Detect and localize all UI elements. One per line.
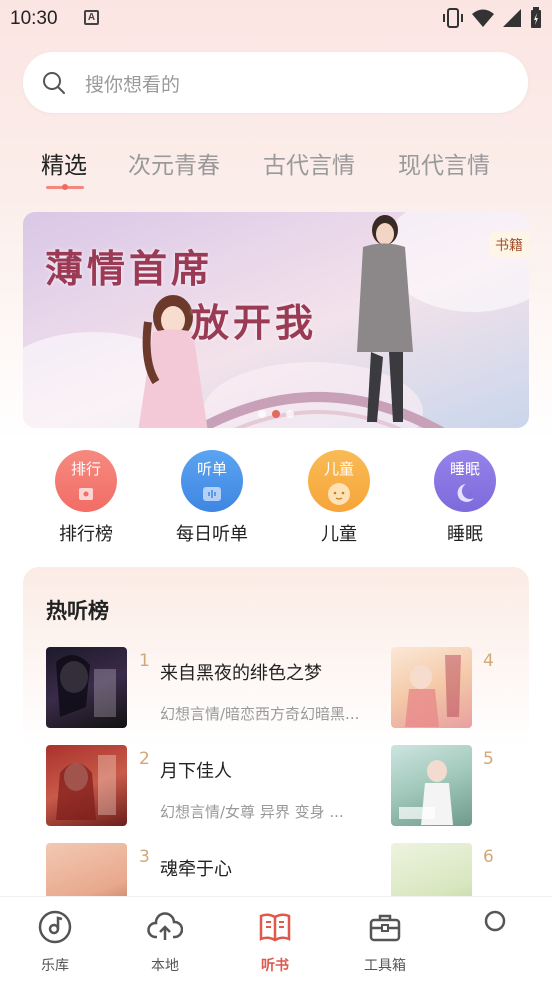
banner-title-line1: 薄情首席 [45,246,214,291]
hot-list-item[interactable]: 2 月下佳人 幻想言情/女尊 异界 变身 ... [46,745,386,827]
book-cover [46,647,127,728]
child-icon: 儿童 [308,450,370,512]
search-placeholder: 搜你想看的 [85,74,181,96]
notification-icon: A [84,10,99,25]
hot-rank: 6 [483,847,494,867]
quick-link-ranking[interactable]: 排行 排行榜 [31,450,141,546]
status-time: 10:30 [10,8,58,29]
hot-book-desc: 幻想言情/暗恋西方奇幻暗黑... [160,705,360,723]
nav-item-music-library[interactable]: 乐库 [10,897,100,975]
nav-label: 本地 [151,958,179,974]
book-cover [46,745,127,826]
nav-label: 听书 [261,958,289,974]
book-icon [259,913,291,942]
quick-link-label: 每日听单 [176,524,248,545]
tab-ancient-romance[interactable]: 古代言情 [263,146,355,180]
search-input[interactable]: 搜你想看的 [23,52,528,113]
avatar [484,910,506,932]
banner-dot-active[interactable] [272,410,280,418]
hot-list-title: 热听榜 [46,599,109,623]
hot-list-item[interactable]: 5 [391,745,529,827]
hot-list-item[interactable]: 1 来自黑夜的绯色之梦 幻想言情/暗恋西方奇幻暗黑... [46,647,386,729]
wifi-icon [472,9,494,27]
quick-links: 排行 排行榜 听单 每日听单 儿童 儿童 睡眠 z 睡眠 [0,450,552,550]
book-cover-art [56,655,116,717]
banner-dot[interactable] [258,410,266,418]
category-tabs: 精选 次元青春 古代言情 现代言情 [0,146,552,194]
banner[interactable]: 薄情首席 放开我 书籍 [23,212,529,428]
svg-text:z: z [468,489,472,498]
nav-label: 乐库 [41,958,69,974]
moon-icon-glyph: z [457,484,474,502]
hot-list-item[interactable]: 4 [391,647,529,729]
hot-rank: 1 [139,651,150,671]
quick-link-badge: 儿童 [323,460,354,478]
hot-book-title: 来自黑夜的绯色之梦 [160,663,322,684]
book-cover-art [56,755,116,820]
banner-tag: 书籍 [489,232,529,258]
status-icons [442,7,542,29]
quick-link-sleep[interactable]: 睡眠 z 睡眠 [410,450,520,546]
book-cover [391,647,472,728]
banner-pagination [258,410,294,418]
quick-link-badge: 排行 [70,460,101,478]
music-disc-icon [38,910,72,944]
banner-title-line2: 放开我 [191,300,318,345]
quick-link-badge: 睡眠 [449,460,480,478]
hot-book-desc: 幻想言情/女尊 异界 变身 ... [160,803,344,821]
hot-rank: 4 [483,651,494,671]
quick-link-label: 儿童 [321,524,357,545]
search-icon [43,72,65,94]
ranking-icon: 排行 [55,450,117,512]
hot-book-title: 月下佳人 [160,761,232,782]
vibrate-icon [443,8,463,28]
hot-list-card: 热听榜 1 来自黑夜的绯色之梦 幻想言情/暗恋西方奇幻暗黑... 2 月下佳人 … [23,567,529,927]
child-face-icon [328,483,350,505]
quick-link-daily-playlist[interactable]: 听单 每日听单 [157,450,267,546]
moon-icon: 睡眠 z [434,450,496,512]
nav-item-audiobooks[interactable]: 听书 [230,897,320,975]
book-cover-art [399,760,453,825]
quick-link-children[interactable]: 儿童 儿童 [284,450,394,546]
quick-link-label: 睡眠 [447,524,483,545]
hot-book-title: 魂牵于心 [160,859,232,880]
nav-item-toolbox[interactable]: 工具箱 [340,897,430,975]
nav-label: 工具箱 [364,958,406,974]
tab-youth[interactable]: 次元青春 [128,146,220,180]
playlist-icon: 听单 [181,450,243,512]
nav-item-profile[interactable] [450,897,540,947]
book-cover-art [405,655,461,727]
book-cover [391,745,472,826]
playlist-icon-glyph [203,487,221,501]
quick-link-label: 排行榜 [59,524,113,545]
tab-featured[interactable]: 精选 [41,146,87,180]
battery-icon [531,7,541,28]
hot-rank: 5 [483,749,494,769]
hot-rank: 3 [139,847,150,867]
banner-dot[interactable] [286,410,294,418]
status-bar: 10:30 A [0,0,552,38]
man-illustration [357,215,413,422]
signal-icon [503,9,521,27]
tab-indicator-dot [62,184,68,190]
quick-link-badge: 听单 [196,460,227,478]
nav-item-local[interactable]: 本地 [120,897,210,975]
cloud-upload-icon [147,912,184,940]
toolbox-icon [369,914,401,942]
ranking-icon-glyph [79,488,93,500]
hot-rank: 2 [139,749,150,769]
tab-modern-romance[interactable]: 现代言情 [398,146,490,180]
bottom-nav: 乐库 本地 听书 工具箱 [0,896,552,981]
